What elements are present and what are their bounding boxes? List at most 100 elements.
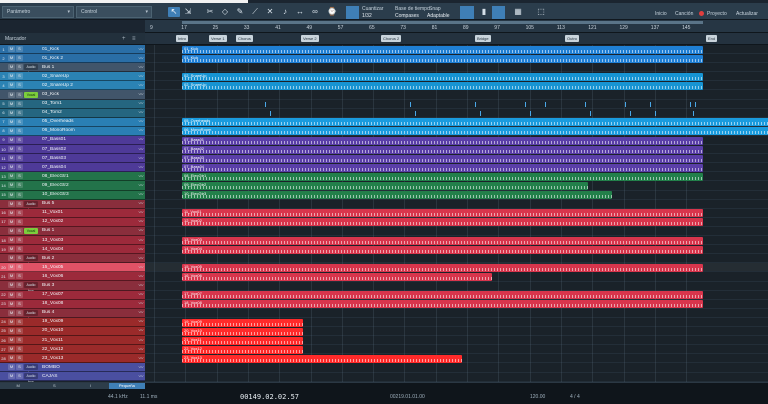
solo-button[interactable]: S	[16, 300, 23, 307]
track-name[interactable]: 18_Vox08	[42, 301, 137, 306]
time-signature[interactable]: 4 / 4	[570, 394, 580, 400]
track-name[interactable]: 04_Tom2	[42, 110, 137, 115]
audio-clip[interactable]: 13_Vox03	[182, 236, 703, 245]
solo-button[interactable]: S	[16, 200, 23, 207]
audio-event[interactable]	[265, 101, 266, 107]
mute-button[interactable]: M	[8, 364, 15, 371]
audio-clip[interactable]: 06_MonoRoom	[182, 127, 768, 136]
arrangement-lane[interactable]	[145, 282, 768, 291]
track-name[interactable]: 10_ElecGtr3	[42, 192, 137, 197]
tab-i[interactable]: I	[73, 383, 109, 389]
mute-button[interactable]: M	[8, 218, 15, 225]
solo-button[interactable]: S	[16, 373, 23, 380]
audio-event[interactable]	[480, 110, 481, 116]
mute-button[interactable]: M	[8, 255, 15, 262]
solo-button[interactable]: S	[16, 46, 23, 53]
track-type-badge[interactable]	[24, 55, 38, 61]
track-name[interactable]: 15_Vox05	[42, 265, 137, 270]
solo-button[interactable]: S	[16, 273, 23, 280]
automation-icon[interactable]: 〰	[137, 55, 145, 62]
automation-icon[interactable]: 〰	[137, 100, 145, 107]
track-name[interactable]: 08_ElecGtr1	[42, 174, 137, 179]
track-name[interactable]: 09_ElecGtr2	[42, 183, 137, 188]
timeline-ruler[interactable]: 9 17 25 33 41 49 57 65 73 81 89 97 105 113 121 129 137 14…	[145, 20, 768, 33]
track-name[interactable]: 02_SnareUp 2	[42, 83, 137, 88]
time-display[interactable]: 00149.02.02.57	[240, 393, 299, 401]
track-row[interactable]: MSAudio bus Bus 4〰	[0, 308, 145, 321]
track-name[interactable]: 11_Vox01	[42, 210, 137, 215]
solo-button[interactable]: S	[16, 109, 23, 116]
track-name[interactable]: 07_Bass01	[42, 137, 137, 142]
solo-button[interactable]: S	[16, 118, 23, 125]
track-row[interactable]: 4 M S 02_SnareUp 2 〰	[0, 81, 145, 91]
track-row[interactable]: 10 M S 07_Bass02 〰	[0, 145, 145, 155]
track-type-badge[interactable]	[24, 155, 38, 161]
nav-update[interactable]: Actualizar	[736, 11, 758, 17]
audio-event[interactable]	[525, 101, 526, 107]
audio-clip[interactable]: 07_Bass02	[182, 145, 703, 154]
timebase-value[interactable]: Compases	[395, 13, 419, 19]
automation-icon[interactable]: 〰	[137, 227, 145, 234]
automation-icon[interactable]: 〰	[137, 73, 145, 80]
track-name[interactable]: 01_Kick	[42, 47, 137, 52]
automation-icon[interactable]: 〰	[137, 309, 145, 316]
automation-icon[interactable]: 〰	[137, 346, 145, 353]
track-row[interactable]: 11 M S 07_Bass03 〰	[0, 154, 145, 164]
track-type-badge[interactable]	[24, 146, 38, 152]
track-name[interactable]: 07_Bass03	[42, 156, 137, 161]
follow-icon[interactable]	[492, 6, 505, 19]
audio-clip[interactable]: 09_ElecGtr2	[182, 182, 588, 190]
audio-clip[interactable]: 02_SnareUp	[182, 72, 703, 81]
solo-button[interactable]: S	[16, 237, 23, 244]
track-name[interactable]: Bus 4	[42, 310, 137, 315]
mute-button[interactable]: M	[8, 227, 15, 234]
track-type-badge[interactable]	[24, 319, 38, 325]
mute-button[interactable]: M	[8, 64, 15, 71]
track-name[interactable]: 12_Vox02	[42, 219, 137, 224]
track-type-badge[interactable]	[24, 210, 38, 216]
solo-button[interactable]: S	[16, 327, 23, 334]
track-row[interactable]: 18 M S 13_Vox03 〰	[0, 235, 145, 246]
track-row[interactable]: 5 M S 03_Tom1 〰	[0, 99, 145, 109]
mute-button[interactable]: M	[8, 91, 15, 98]
track-type-badge[interactable]: Audio bus	[24, 282, 38, 293]
solo-button[interactable]: S	[16, 91, 23, 98]
track-type-badge[interactable]	[24, 292, 38, 298]
audio-clip[interactable]: 07_Bass03	[182, 154, 703, 163]
track-name[interactable]: 06_MonoRoom	[42, 128, 137, 133]
audio-clip[interactable]: 05_Overheads	[182, 118, 768, 127]
mute-button[interactable]: M	[8, 327, 15, 334]
audio-event[interactable]	[695, 101, 696, 107]
track-type-badge[interactable]	[24, 101, 38, 107]
marker-flag[interactable]: End	[706, 35, 718, 42]
menu-icon[interactable]: ≡	[132, 36, 138, 42]
listen-icon[interactable]: ♪	[279, 7, 291, 17]
mute-button[interactable]: M	[8, 264, 15, 271]
track-row[interactable]: M S Vocal Bus 1 〰	[0, 226, 145, 236]
track-type-badge[interactable]	[24, 182, 38, 188]
solo-button[interactable]: S	[16, 182, 23, 189]
track-name[interactable]: 05_Overheads	[42, 119, 137, 124]
solo-button[interactable]: S	[16, 191, 23, 198]
macro-icon[interactable]: ⬚	[535, 7, 547, 17]
automation-icon[interactable]: 〰	[137, 218, 145, 225]
mute-button[interactable]: M	[8, 109, 15, 116]
automation-icon[interactable]: 〰	[137, 164, 145, 171]
track-name[interactable]: 21_Vox11	[42, 338, 137, 343]
audio-clip[interactable]: 01_Kick	[182, 54, 703, 63]
control-dropdown[interactable]: Control ▾	[76, 6, 152, 18]
solo-button[interactable]: S	[16, 355, 23, 362]
track-name[interactable]: Bus 1	[42, 65, 137, 70]
automation-icon[interactable]: 〰	[137, 209, 145, 216]
audio-event[interactable]	[655, 110, 656, 116]
automation-icon[interactable]: 〰	[137, 273, 145, 280]
mute-button[interactable]: M	[8, 118, 15, 125]
track-type-badge[interactable]: Audio bus	[24, 255, 38, 266]
track-row[interactable]: MSAudio bus BOMBO〰	[0, 363, 145, 375]
audio-clip[interactable]: 07_Bass04	[182, 163, 703, 172]
solo-button[interactable]: S	[16, 218, 23, 225]
split-icon[interactable]: ✂	[204, 7, 216, 17]
audio-clip[interactable]: 19_Vox09	[182, 318, 303, 327]
mute-button[interactable]: M	[8, 100, 15, 107]
track-row[interactable]: 7 M S 05_Overheads 〰	[0, 117, 145, 127]
